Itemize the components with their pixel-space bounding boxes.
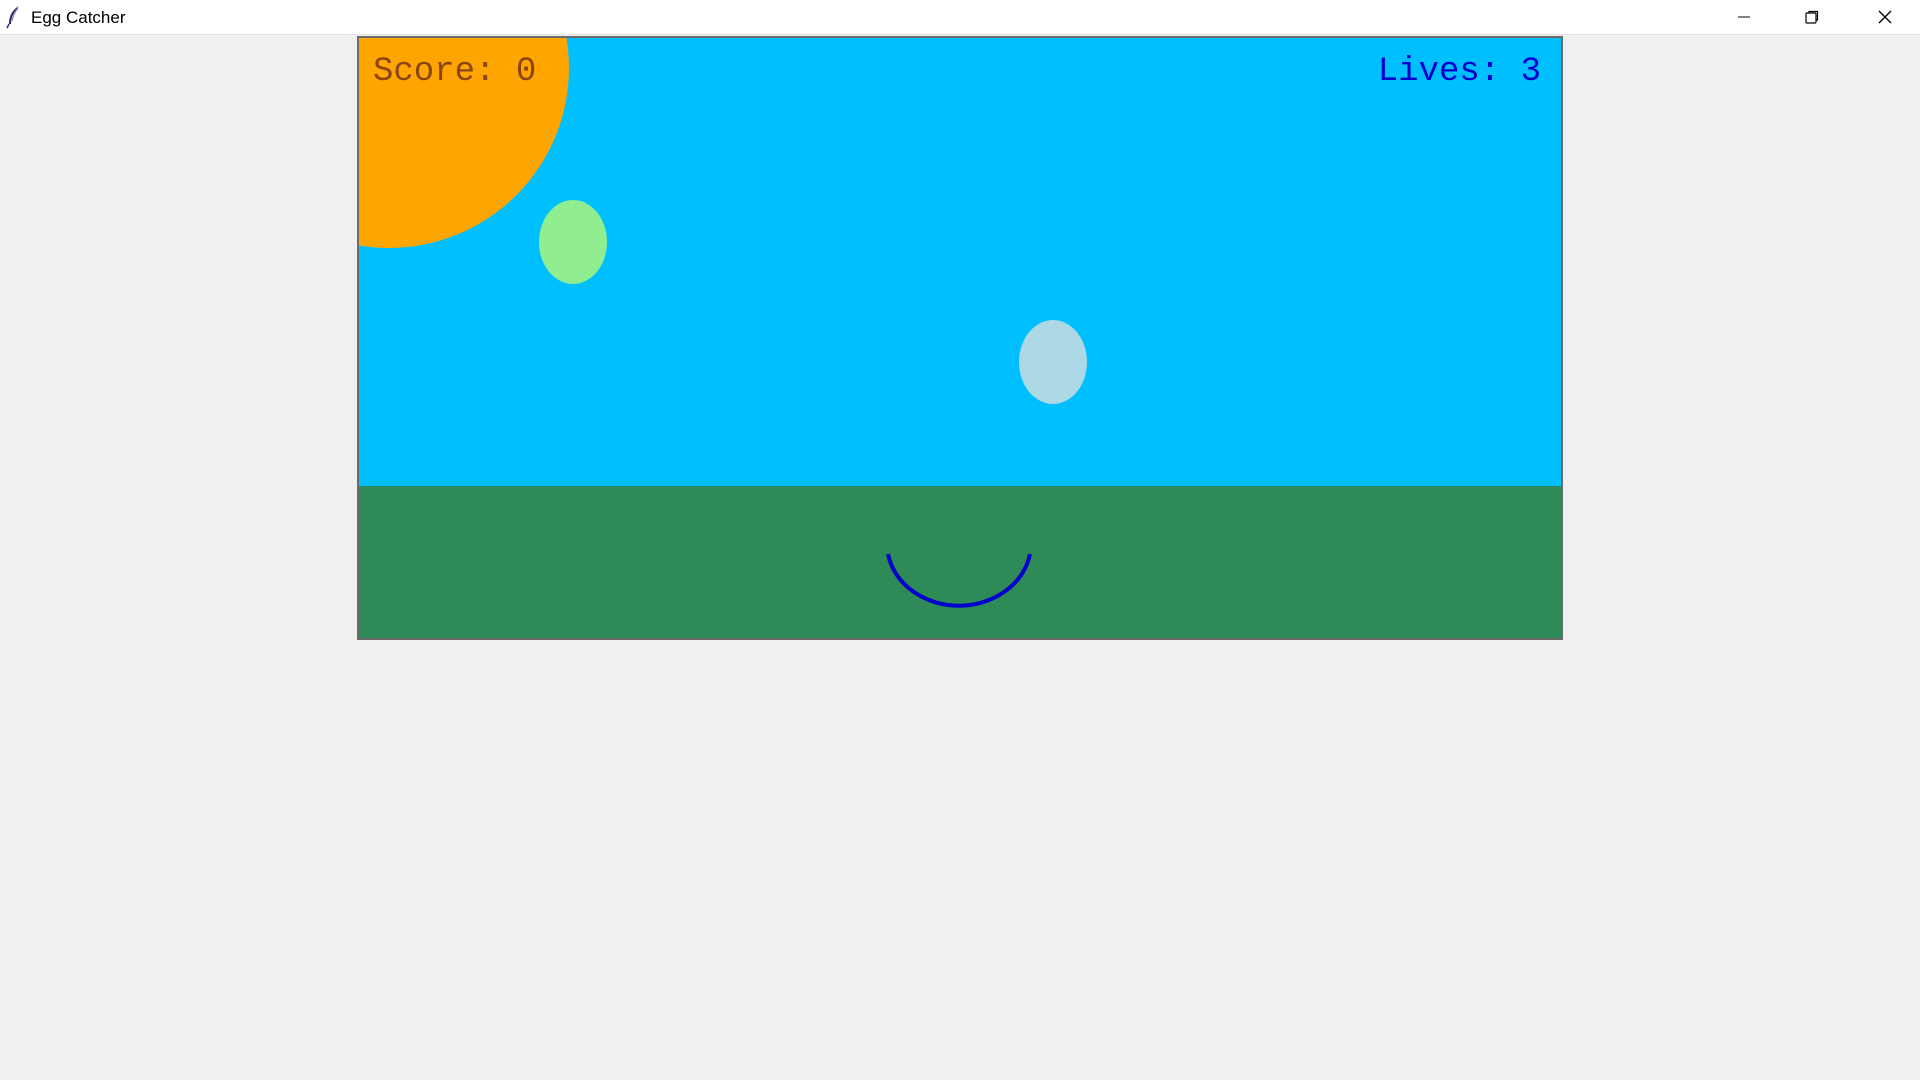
restore-icon bbox=[1804, 9, 1820, 25]
game-scene[interactable]: Score: 0 Lives: 3 bbox=[359, 38, 1561, 638]
lives-label: Lives: 3 bbox=[1378, 53, 1541, 91]
close-button[interactable] bbox=[1850, 0, 1920, 34]
minimize-icon bbox=[1736, 9, 1752, 25]
window-title: Egg Catcher bbox=[31, 8, 126, 27]
egg-green bbox=[539, 200, 607, 284]
title-bar[interactable]: Egg Catcher bbox=[0, 0, 1920, 35]
minimize-button[interactable] bbox=[1710, 0, 1778, 34]
close-icon bbox=[1877, 9, 1893, 25]
score-label: Score: 0 bbox=[373, 53, 536, 91]
app-window: Egg Catcher Score: 0 Lives: 3 bbox=[0, 0, 1920, 1080]
game-canvas[interactable]: Score: 0 Lives: 3 bbox=[357, 36, 1563, 640]
restore-button[interactable] bbox=[1778, 0, 1846, 34]
egg-lightblue bbox=[1019, 320, 1087, 404]
feather-icon bbox=[6, 5, 22, 29]
grass bbox=[359, 486, 1561, 638]
